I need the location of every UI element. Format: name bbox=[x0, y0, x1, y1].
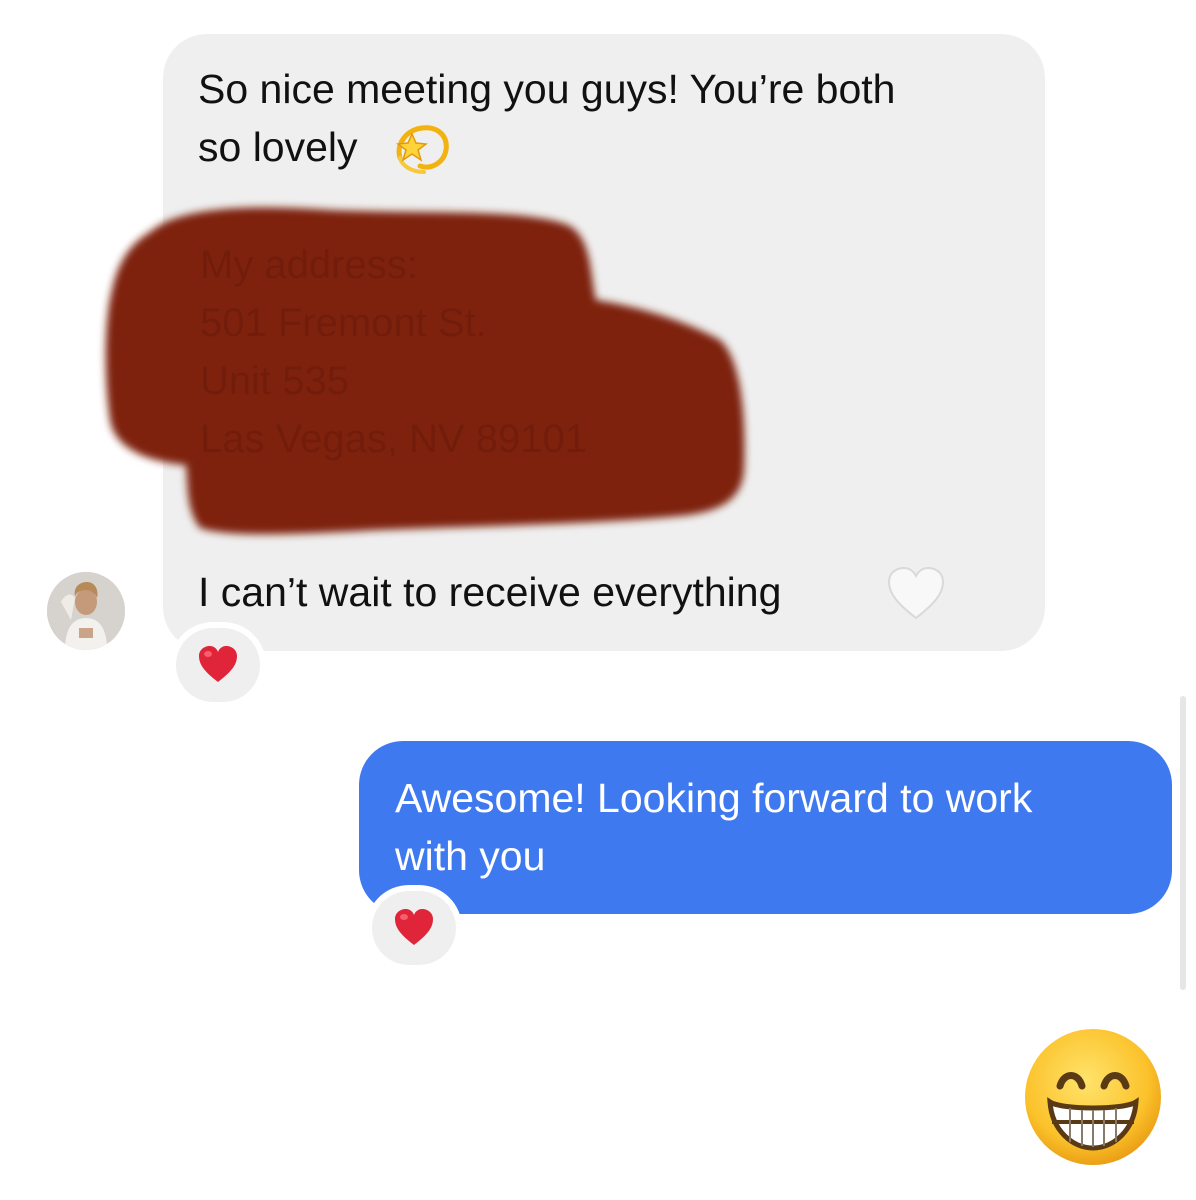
incoming-message-line-3: I can’t wait to receive everything bbox=[198, 569, 782, 615]
red-heart-icon bbox=[199, 646, 237, 682]
outgoing-reaction-badge[interactable] bbox=[372, 891, 456, 965]
contact-avatar[interactable] bbox=[47, 572, 125, 650]
incoming-message-line-1: So nice meeting you guys! You’re both bbox=[198, 66, 896, 112]
grinning-face-icon[interactable] bbox=[1022, 1026, 1164, 1168]
scrollbar[interactable] bbox=[1180, 696, 1186, 990]
dizzy-icon bbox=[396, 125, 449, 174]
person-photo-icon bbox=[47, 572, 125, 650]
outgoing-message-line-1: Awesome! Looking forward to work bbox=[395, 775, 1033, 821]
incoming-message-line-2: so lovely bbox=[198, 124, 358, 170]
outgoing-message-line-2: with you bbox=[395, 833, 546, 879]
red-heart-icon bbox=[395, 909, 433, 945]
white-heart-icon bbox=[887, 566, 945, 620]
incoming-reaction-badge[interactable] bbox=[176, 628, 260, 702]
